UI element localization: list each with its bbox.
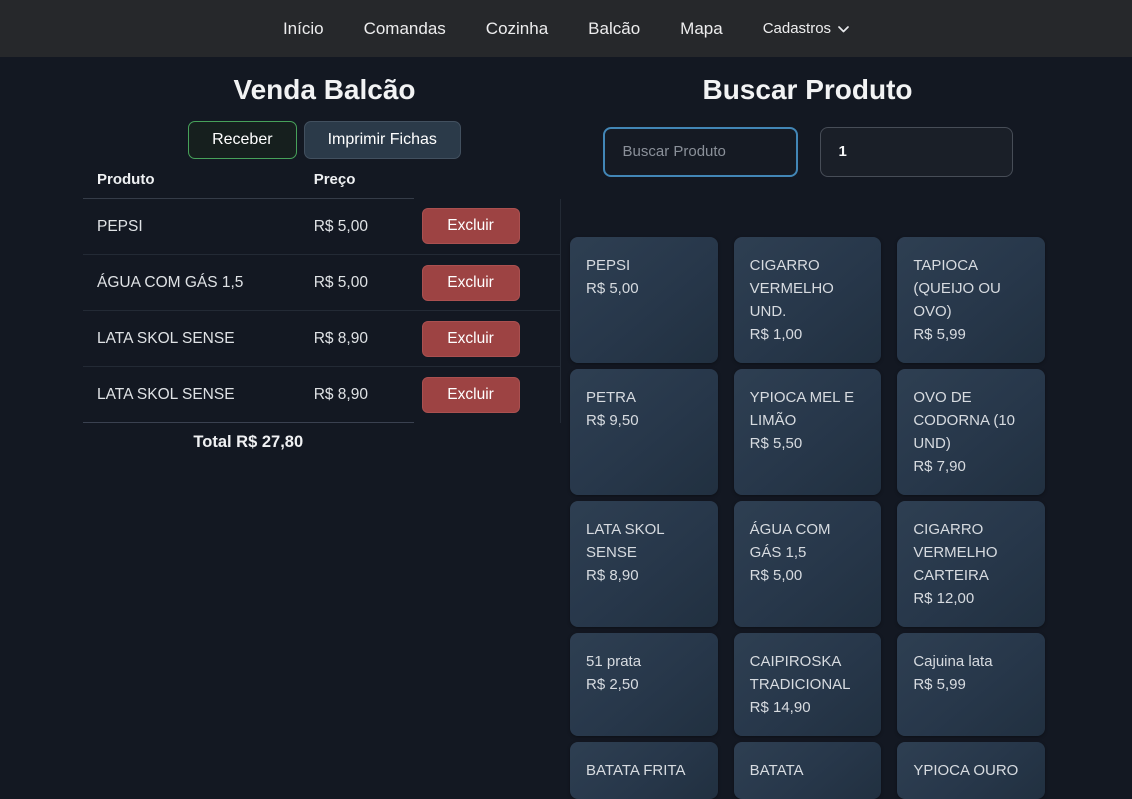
item-product-name: ÁGUA COM GÁS 1,5 bbox=[83, 255, 314, 311]
item-actions-cell: Excluir bbox=[414, 199, 561, 255]
item-product-name: PEPSI bbox=[83, 199, 314, 255]
product-name: BATATA FRITA bbox=[586, 759, 702, 782]
main-content: Venda Balcão Receber Imprimir Fichas Pro… bbox=[83, 57, 1049, 799]
item-actions-cell: Excluir bbox=[414, 255, 561, 311]
product-name: CAIPIROSKA TRADICIONAL bbox=[750, 650, 866, 696]
sale-total: Total R$ 27,80 bbox=[83, 423, 414, 463]
product-grid: PEPSI R$ 5,00 CIGARRO VERMELHO UND. R$ 1… bbox=[570, 237, 1045, 799]
item-product-name: LATA SKOL SENSE bbox=[83, 367, 314, 423]
delete-item-button[interactable]: Excluir bbox=[422, 377, 520, 413]
chevron-down-icon bbox=[838, 26, 849, 33]
product-name: 51 prata bbox=[586, 650, 702, 673]
sale-panel: Venda Balcão Receber Imprimir Fichas Pro… bbox=[83, 57, 566, 799]
table-row: LATA SKOL SENSE R$ 8,90 Excluir bbox=[83, 311, 561, 367]
product-card[interactable]: YPIOCA MEL E LIMÃO R$ 5,50 bbox=[734, 369, 882, 495]
product-price: R$ 7,90 bbox=[913, 455, 1029, 478]
item-price: R$ 5,00 bbox=[314, 255, 414, 311]
nav-dropdown-label: Cadastros bbox=[763, 20, 831, 37]
search-controls bbox=[566, 127, 1049, 177]
column-header-actions bbox=[414, 161, 561, 199]
item-actions-cell: Excluir bbox=[414, 311, 561, 367]
product-price: R$ 14,90 bbox=[750, 696, 866, 719]
product-card[interactable]: BATATA FRITA bbox=[570, 742, 718, 799]
delete-item-button[interactable]: Excluir bbox=[422, 265, 520, 301]
product-name: CIGARRO VERMELHO UND. bbox=[750, 254, 866, 323]
product-name: TAPIOCA (QUEIJO OU OVO) bbox=[913, 254, 1029, 323]
product-name: OVO DE CODORNA (10 UND) bbox=[913, 386, 1029, 455]
column-header-price: Preço bbox=[314, 161, 414, 199]
search-panel: Buscar Produto PEPSI R$ 5,00 CIGARRO VER… bbox=[566, 57, 1049, 799]
product-card[interactable]: PEPSI R$ 5,00 bbox=[570, 237, 718, 363]
product-card[interactable]: CAIPIROSKA TRADICIONAL R$ 14,90 bbox=[734, 633, 882, 736]
product-name: YPIOCA MEL E LIMÃO bbox=[750, 386, 866, 432]
quantity-input[interactable] bbox=[820, 127, 1013, 177]
product-card[interactable]: Cajuina lata R$ 5,99 bbox=[897, 633, 1045, 736]
nav-item-balcao[interactable]: Balcão bbox=[588, 19, 640, 39]
column-header-product: Produto bbox=[83, 161, 314, 199]
product-name: BATATA bbox=[750, 759, 866, 782]
item-price: R$ 8,90 bbox=[314, 367, 414, 423]
product-name: CIGARRO VERMELHO CARTEIRA bbox=[913, 518, 1029, 587]
total-row: Total R$ 27,80 bbox=[83, 423, 561, 463]
table-row: LATA SKOL SENSE R$ 8,90 Excluir bbox=[83, 367, 561, 423]
nav-dropdown-cadastros[interactable]: Cadastros bbox=[763, 20, 849, 37]
top-navbar: Início Comandas Cozinha Balcão Mapa Cada… bbox=[0, 0, 1132, 57]
sale-panel-title: Venda Balcão bbox=[83, 73, 566, 107]
product-price: R$ 5,99 bbox=[913, 323, 1029, 346]
sale-actions: Receber Imprimir Fichas bbox=[83, 121, 566, 159]
item-product-name: LATA SKOL SENSE bbox=[83, 311, 314, 367]
table-row: ÁGUA COM GÁS 1,5 R$ 5,00 Excluir bbox=[83, 255, 561, 311]
product-name: LATA SKOL SENSE bbox=[586, 518, 702, 564]
product-card[interactable]: BATATA bbox=[734, 742, 882, 799]
sale-items-body: PEPSI R$ 5,00 Excluir ÁGUA COM GÁS 1,5 R… bbox=[83, 199, 561, 423]
product-card[interactable]: 51 prata R$ 2,50 bbox=[570, 633, 718, 736]
nav-item-mapa[interactable]: Mapa bbox=[680, 19, 723, 39]
product-card[interactable]: CIGARRO VERMELHO UND. R$ 1,00 bbox=[734, 237, 882, 363]
product-name: YPIOCA OURO bbox=[913, 759, 1029, 782]
product-card[interactable]: CIGARRO VERMELHO CARTEIRA R$ 12,00 bbox=[897, 501, 1045, 627]
item-price: R$ 8,90 bbox=[314, 311, 414, 367]
product-card[interactable]: ÁGUA COM GÁS 1,5 R$ 5,00 bbox=[734, 501, 882, 627]
print-tickets-button[interactable]: Imprimir Fichas bbox=[304, 121, 461, 159]
item-price: R$ 5,00 bbox=[314, 199, 414, 255]
table-row: PEPSI R$ 5,00 Excluir bbox=[83, 199, 561, 255]
product-card[interactable]: YPIOCA OURO bbox=[897, 742, 1045, 799]
product-price: R$ 5,99 bbox=[913, 673, 1029, 696]
nav-item-inicio[interactable]: Início bbox=[283, 19, 324, 39]
product-price: R$ 5,00 bbox=[586, 277, 702, 300]
nav-item-cozinha[interactable]: Cozinha bbox=[486, 19, 548, 39]
delete-item-button[interactable]: Excluir bbox=[422, 208, 520, 244]
product-card[interactable]: TAPIOCA (QUEIJO OU OVO) R$ 5,99 bbox=[897, 237, 1045, 363]
nav-item-comandas[interactable]: Comandas bbox=[364, 19, 446, 39]
product-price: R$ 9,50 bbox=[586, 409, 702, 432]
search-panel-title: Buscar Produto bbox=[566, 73, 1049, 107]
delete-item-button[interactable]: Excluir bbox=[422, 321, 520, 357]
search-input[interactable] bbox=[603, 127, 798, 177]
product-price: R$ 12,00 bbox=[913, 587, 1029, 610]
product-name: Cajuina lata bbox=[913, 650, 1029, 673]
product-name: PETRA bbox=[586, 386, 702, 409]
item-actions-cell: Excluir bbox=[414, 367, 561, 423]
product-card[interactable]: PETRA R$ 9,50 bbox=[570, 369, 718, 495]
product-price: R$ 1,00 bbox=[750, 323, 866, 346]
sale-items-table: Produto Preço PEPSI R$ 5,00 Excluir bbox=[83, 161, 561, 463]
product-name: PEPSI bbox=[586, 254, 702, 277]
receive-button[interactable]: Receber bbox=[188, 121, 296, 159]
product-price: R$ 5,50 bbox=[750, 432, 866, 455]
product-card[interactable]: LATA SKOL SENSE R$ 8,90 bbox=[570, 501, 718, 627]
product-price: R$ 5,00 bbox=[750, 564, 866, 587]
product-price: R$ 2,50 bbox=[586, 673, 702, 696]
product-card[interactable]: OVO DE CODORNA (10 UND) R$ 7,90 bbox=[897, 369, 1045, 495]
product-name: ÁGUA COM GÁS 1,5 bbox=[750, 518, 866, 564]
product-price: R$ 8,90 bbox=[586, 564, 702, 587]
